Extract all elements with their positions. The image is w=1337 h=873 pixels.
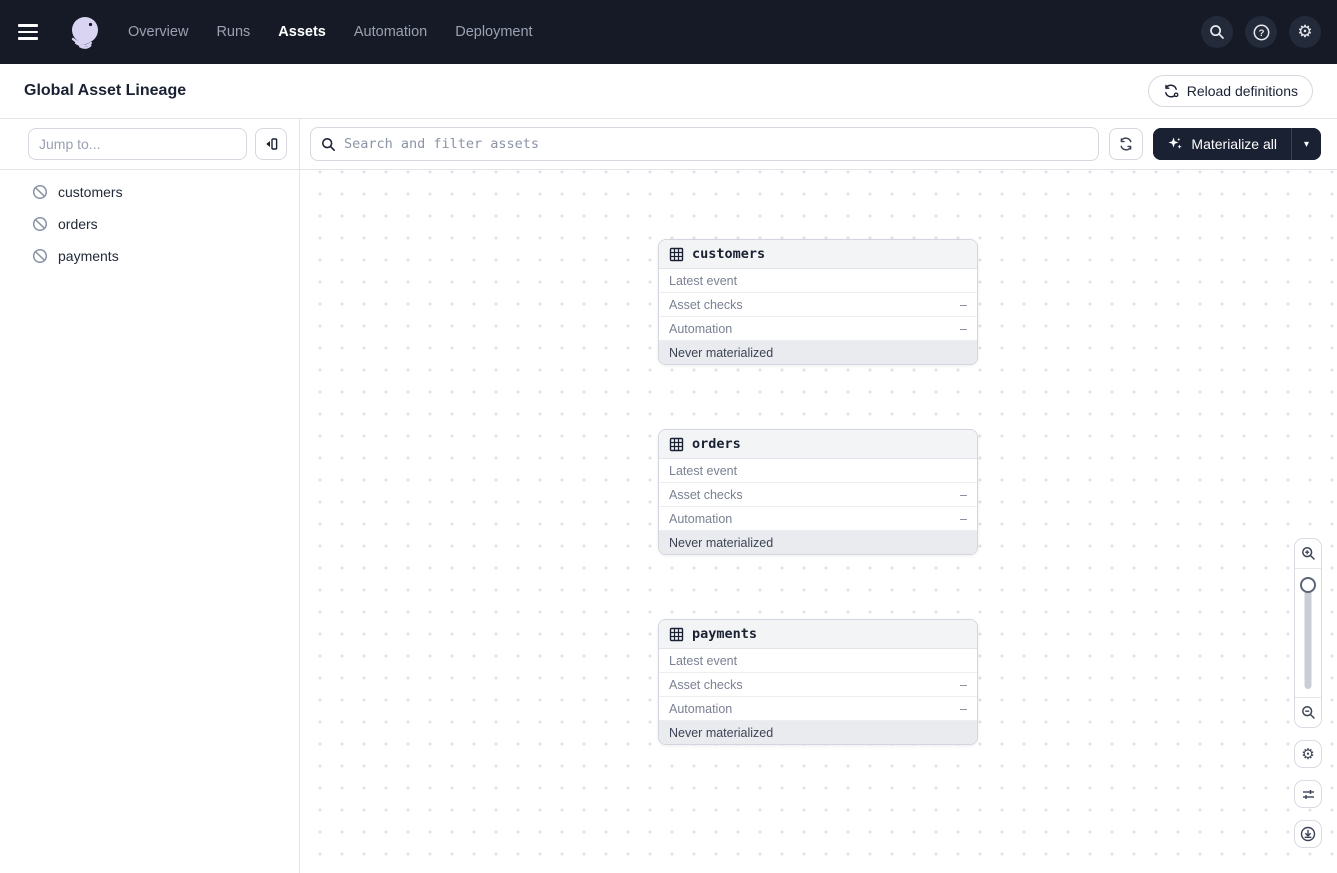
row-value: –: [960, 511, 967, 526]
search-assets-input[interactable]: [344, 136, 1089, 152]
row-label: Latest event: [669, 653, 738, 668]
lineage-canvas[interactable]: customers Latest event Asset checks – Aut…: [300, 170, 1337, 873]
nav-item-automation[interactable]: Automation: [354, 24, 427, 40]
primary-nav: Overview Runs Assets Automation Deployme…: [128, 24, 533, 40]
asset-name: payments: [58, 248, 119, 264]
asset-name: orders: [58, 216, 98, 232]
asset-node-orders[interactable]: orders Latest event Asset checks – Automa…: [658, 429, 978, 555]
row-label: Latest event: [669, 463, 738, 478]
status-badge: Never materialized: [659, 531, 977, 554]
reload-icon: [1163, 83, 1179, 99]
materialize-all-label: Materialize all: [1191, 136, 1277, 152]
materialize-all-button[interactable]: Materialize all: [1153, 128, 1291, 160]
graph-settings-gear-icon[interactable]: ⚙: [1294, 740, 1322, 768]
gear-icon[interactable]: ⚙: [1289, 16, 1321, 48]
zoom-out-icon[interactable]: [1295, 697, 1321, 727]
refresh-icon[interactable]: [1109, 128, 1144, 160]
zoom-slider-thumb[interactable]: [1300, 577, 1316, 593]
asset-name: customers: [58, 184, 123, 200]
row-label: Asset checks: [669, 297, 743, 312]
materialize-split-button: Materialize all ▾: [1153, 128, 1321, 160]
help-icon[interactable]: ?: [1245, 16, 1277, 48]
row-label: Asset checks: [669, 487, 743, 502]
row-label: Automation: [669, 321, 733, 336]
zoom-in-icon[interactable]: [1295, 539, 1321, 569]
reload-definitions-label: Reload definitions: [1186, 83, 1298, 99]
nav-item-assets[interactable]: Assets: [278, 24, 326, 40]
top-navbar: Overview Runs Assets Automation Deployme…: [0, 0, 1337, 64]
never-materialized-icon: [32, 248, 48, 264]
reload-definitions-button[interactable]: Reload definitions: [1147, 75, 1313, 107]
menu-icon[interactable]: [16, 14, 52, 50]
filters-sliders-icon[interactable]: [1294, 780, 1322, 808]
never-materialized-icon: [32, 184, 48, 200]
row-value: –: [960, 297, 967, 312]
row-label: Automation: [669, 511, 733, 526]
materialize-options-caret-icon[interactable]: ▾: [1291, 128, 1321, 160]
row-label: Latest event: [669, 273, 738, 288]
asset-node-customers[interactable]: customers Latest event Asset checks – Aut…: [658, 239, 978, 365]
jump-to-input[interactable]: [28, 128, 247, 160]
row-value: –: [960, 701, 967, 716]
table-icon: [669, 627, 684, 641]
zoom-slider[interactable]: [1304, 577, 1312, 689]
row-value: –: [960, 677, 967, 692]
download-image-icon[interactable]: [1294, 820, 1322, 848]
nav-item-deployment[interactable]: Deployment: [455, 24, 532, 40]
status-badge: Never materialized: [659, 341, 977, 364]
asset-node-payments[interactable]: payments Latest event Asset checks – Auto…: [658, 619, 978, 745]
lineage-sidebar: customers orders payments: [0, 119, 300, 873]
dagster-logo-icon[interactable]: [66, 13, 104, 51]
row-value: –: [960, 487, 967, 502]
sidebar-item-payments[interactable]: payments: [0, 240, 299, 272]
never-materialized-icon: [32, 216, 48, 232]
sidebar-item-customers[interactable]: customers: [0, 176, 299, 208]
sidebar-item-orders[interactable]: orders: [0, 208, 299, 240]
status-badge: Never materialized: [659, 721, 977, 744]
nav-item-overview[interactable]: Overview: [128, 24, 188, 40]
search-icon[interactable]: [1201, 16, 1233, 48]
asset-node-title: orders: [692, 436, 741, 452]
table-icon: [669, 437, 684, 451]
search-icon: [321, 137, 335, 151]
page-title: Global Asset Lineage: [24, 82, 187, 99]
sparkle-icon: [1168, 137, 1183, 149]
svg-text:?: ?: [1258, 28, 1264, 39]
row-label: Automation: [669, 701, 733, 716]
asset-list: customers orders payments: [0, 170, 299, 278]
asset-node-title: customers: [692, 246, 766, 262]
nav-item-runs[interactable]: Runs: [216, 24, 250, 40]
canvas-controls: ⚙: [1294, 538, 1322, 848]
row-value: –: [960, 321, 967, 336]
asset-search[interactable]: [310, 127, 1100, 161]
asset-node-title: payments: [692, 626, 758, 642]
page-header: Global Asset Lineage Reload definitions: [0, 64, 1337, 119]
graph-toolbar: Materialize all ▾: [300, 119, 1337, 170]
table-icon: [669, 247, 684, 261]
collapse-sidebar-icon[interactable]: [255, 128, 287, 160]
row-label: Asset checks: [669, 677, 743, 692]
